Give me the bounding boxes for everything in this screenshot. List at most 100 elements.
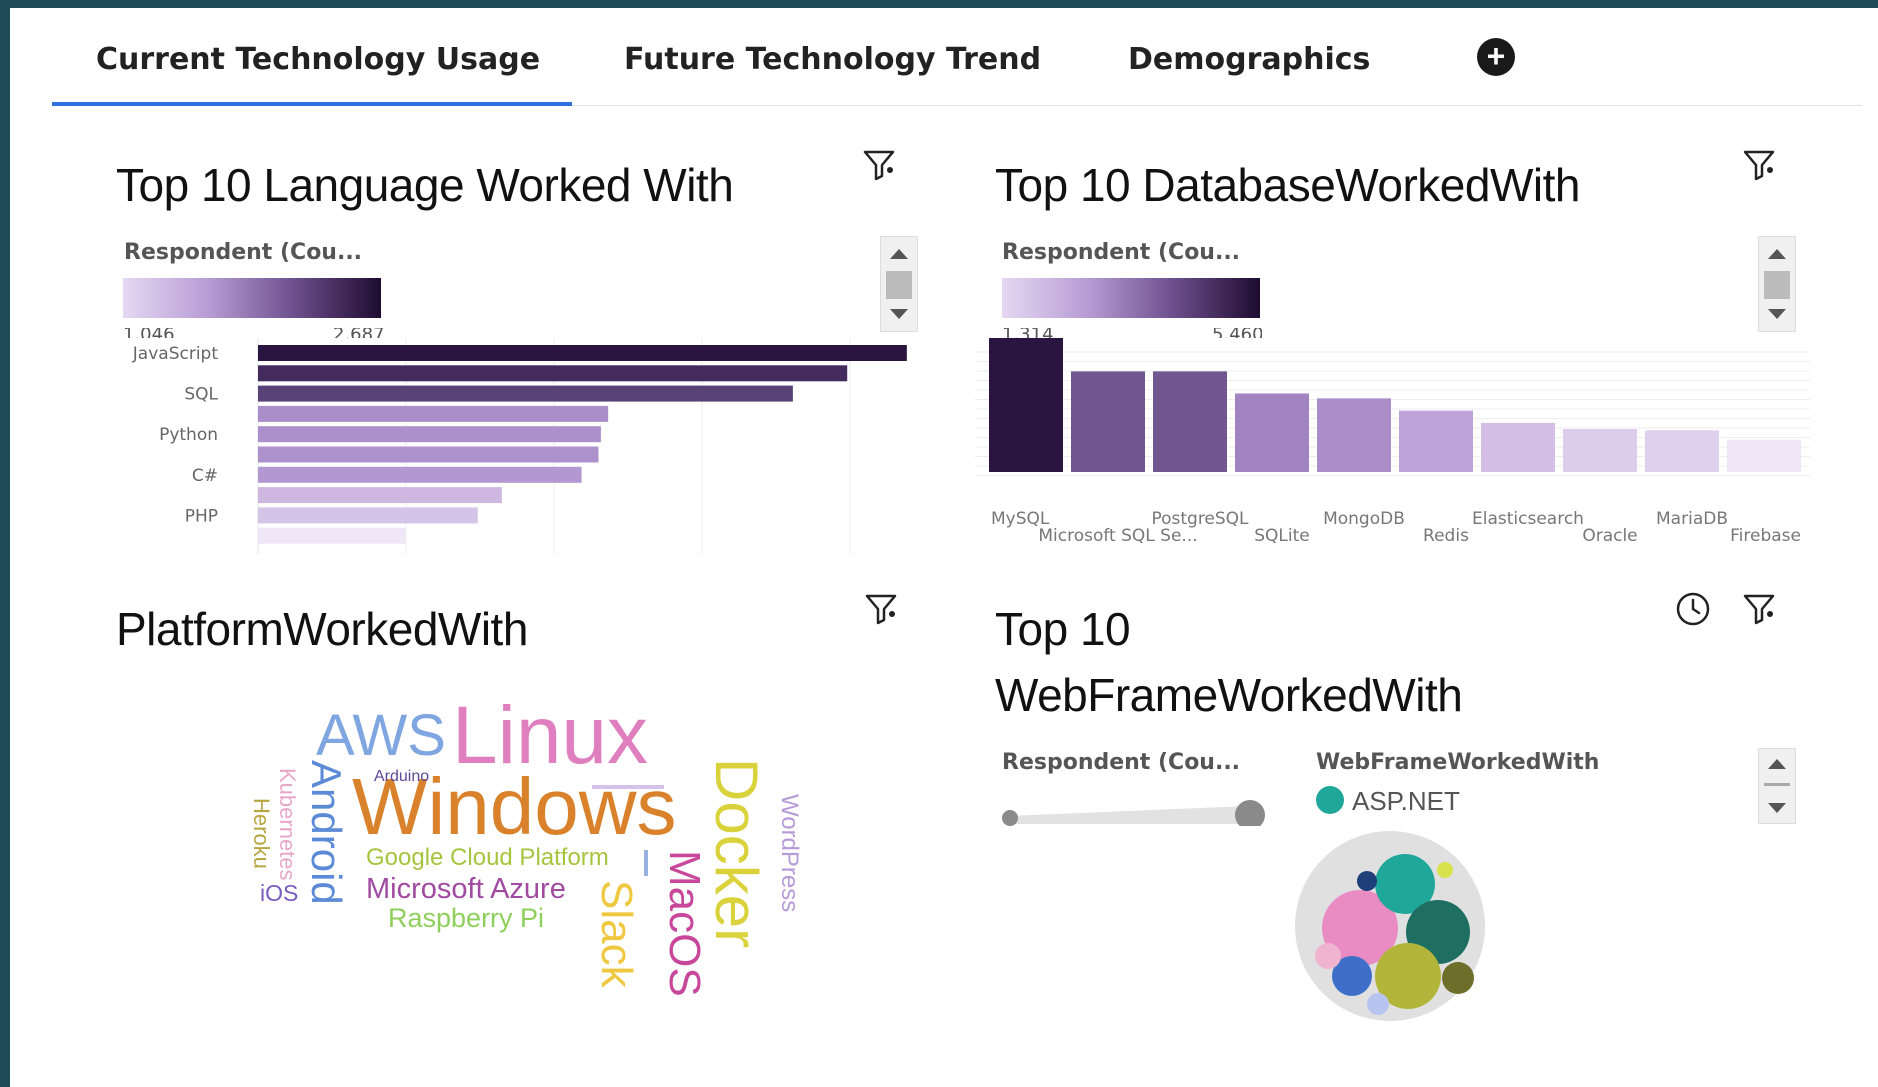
bar[interactable] (258, 365, 848, 382)
bubble[interactable] (1357, 871, 1377, 891)
bubble-chart (1295, 831, 1485, 1021)
bubble[interactable] (1315, 943, 1341, 969)
tick-label: MongoDB (1323, 509, 1405, 529)
bar[interactable] (1645, 430, 1719, 472)
bar[interactable] (258, 527, 406, 544)
bar[interactable] (258, 507, 478, 524)
wordcloud-word[interactable]: Raspberry Pi (388, 903, 544, 933)
bar[interactable] (1727, 439, 1801, 472)
filter-icon[interactable] (860, 146, 898, 184)
filter-icon[interactable] (1740, 146, 1778, 184)
wordcloud-word[interactable]: Microsoft Azure (366, 873, 566, 905)
wordcloud-word[interactable]: Arduino (374, 768, 429, 785)
databases-title: Top 10 DatabaseWorkedWith (995, 159, 1580, 211)
scroll-thumb[interactable] (886, 271, 912, 299)
tick-label: Firebase (1730, 526, 1801, 546)
platforms-title: PlatformWorkedWith (116, 603, 528, 655)
scroll-down-icon[interactable] (890, 309, 908, 319)
tick-label: C# (192, 466, 218, 486)
legend-swatch (1316, 786, 1344, 814)
languages-color-legend (123, 278, 381, 318)
bubble[interactable] (1442, 962, 1474, 994)
bar[interactable] (258, 446, 599, 463)
bar[interactable] (1235, 393, 1309, 472)
databases-color-legend (1002, 278, 1260, 318)
bar[interactable] (258, 385, 793, 402)
filter-icon[interactable] (862, 590, 900, 628)
wordcloud-tiny-word[interactable] (592, 785, 664, 789)
wordcloud-word[interactable]: MacOS (660, 850, 709, 997)
legend-max: 5,460 (1212, 328, 1262, 338)
bar[interactable] (258, 345, 907, 361)
languages-title: Top 10 Language Worked With (116, 159, 734, 211)
wordcloud-word[interactable]: WordPress (776, 794, 803, 912)
tick-label: Redis (1423, 526, 1469, 546)
languages-legend-range: 1,046 2,687 (123, 328, 383, 338)
wordcloud-word[interactable]: Docker (703, 758, 770, 948)
databases-legend-range: 1,314 5,460 (1002, 328, 1262, 338)
bar[interactable] (258, 426, 601, 443)
wordcloud-word[interactable]: Slack (592, 880, 641, 989)
tick-label: MariaDB (1656, 509, 1728, 529)
bubble[interactable] (1367, 993, 1389, 1015)
tab-current-technology-usage[interactable]: Current Technology Usage (52, 42, 572, 106)
wordcloud-word[interactable]: Google Cloud Platform (366, 844, 609, 871)
wordcloud-word[interactable]: Kubernetes (275, 768, 300, 881)
tick-label: Elasticsearch (1472, 509, 1584, 529)
databases-legend-label: Respondent (Cou... (1002, 240, 1241, 265)
legend-item-label: ASP.NET (1352, 786, 1460, 816)
tick-label: PHP (185, 506, 218, 526)
scroll-up-icon[interactable] (1768, 759, 1786, 769)
scroll-up-icon[interactable] (890, 249, 908, 259)
platforms-word-cloud: AWS Linux Windows Arduino Google Cloud P… (249, 698, 803, 997)
wordcloud-word[interactable]: Heroku (249, 798, 274, 869)
wordcloud-word[interactable]: Android (303, 760, 350, 905)
webframes-legend2-label: WebFrameWorkedWith (1316, 750, 1600, 775)
bar[interactable] (1071, 371, 1145, 472)
tick-label: Microsoft SQL Se... (1038, 526, 1197, 546)
bar[interactable] (258, 405, 609, 422)
webframes-scrollbar[interactable] (1758, 748, 1796, 824)
bar[interactable] (1399, 410, 1473, 472)
filter-icon[interactable] (1740, 590, 1778, 628)
tab-demographics[interactable]: Demographics (1128, 42, 1370, 106)
scroll-up-icon[interactable] (1768, 249, 1786, 259)
legend-max: 2,687 (333, 328, 383, 338)
languages-bar-chart: JavaScript SQL Python C# PHP (132, 338, 907, 554)
bubble[interactable] (1437, 862, 1453, 878)
bar[interactable] (1317, 398, 1391, 472)
wordcloud-word[interactable]: iOS (260, 880, 298, 906)
plus-circle-icon[interactable]: + (1477, 38, 1515, 76)
wordcloud-tiny-word[interactable] (644, 850, 648, 876)
tab-bar: Current Technology Usage Future Technolo… (52, 8, 1862, 106)
scroll-down-icon[interactable] (1768, 309, 1786, 319)
size-legend (1002, 800, 1265, 826)
bar[interactable] (1563, 429, 1637, 472)
dashboard-frame: Current Technology Usage Future Technolo… (10, 8, 1878, 1087)
scroll-thumb[interactable] (1764, 783, 1790, 786)
bar[interactable] (1153, 371, 1227, 472)
webframes-legend-label: Respondent (Cou... (1002, 750, 1241, 775)
databases-bar-chart: MySQLMicrosoft SQL Se...PostgreSQLSQLite… (975, 338, 1810, 546)
bar[interactable] (989, 338, 1063, 472)
languages-scrollbar[interactable] (880, 236, 918, 332)
legend-min: 1,314 (1002, 328, 1054, 338)
wordcloud-word[interactable]: AWS (316, 703, 446, 768)
databases-scrollbar[interactable] (1758, 236, 1796, 332)
clock-icon[interactable] (1674, 590, 1712, 628)
tick-label: Python (159, 425, 218, 445)
legend-min: 1,046 (123, 328, 175, 338)
scroll-thumb[interactable] (1764, 271, 1790, 299)
bar[interactable] (1481, 422, 1555, 472)
webframes-title-line1: Top 10 (995, 603, 1131, 655)
tick-label: JavaScript (132, 344, 219, 364)
tick-label: PostgreSQL (1151, 509, 1249, 529)
tick-label: Oracle (1582, 526, 1637, 546)
languages-legend-label: Respondent (Cou... (124, 240, 363, 265)
tick-label: SQLite (1254, 526, 1310, 546)
scroll-down-icon[interactable] (1768, 803, 1786, 813)
bar[interactable] (258, 487, 502, 504)
bar[interactable] (258, 466, 582, 483)
tab-future-technology-trend[interactable]: Future Technology Trend (624, 42, 1041, 106)
webframes-title-line2: WebFrameWorkedWith (995, 669, 1463, 721)
